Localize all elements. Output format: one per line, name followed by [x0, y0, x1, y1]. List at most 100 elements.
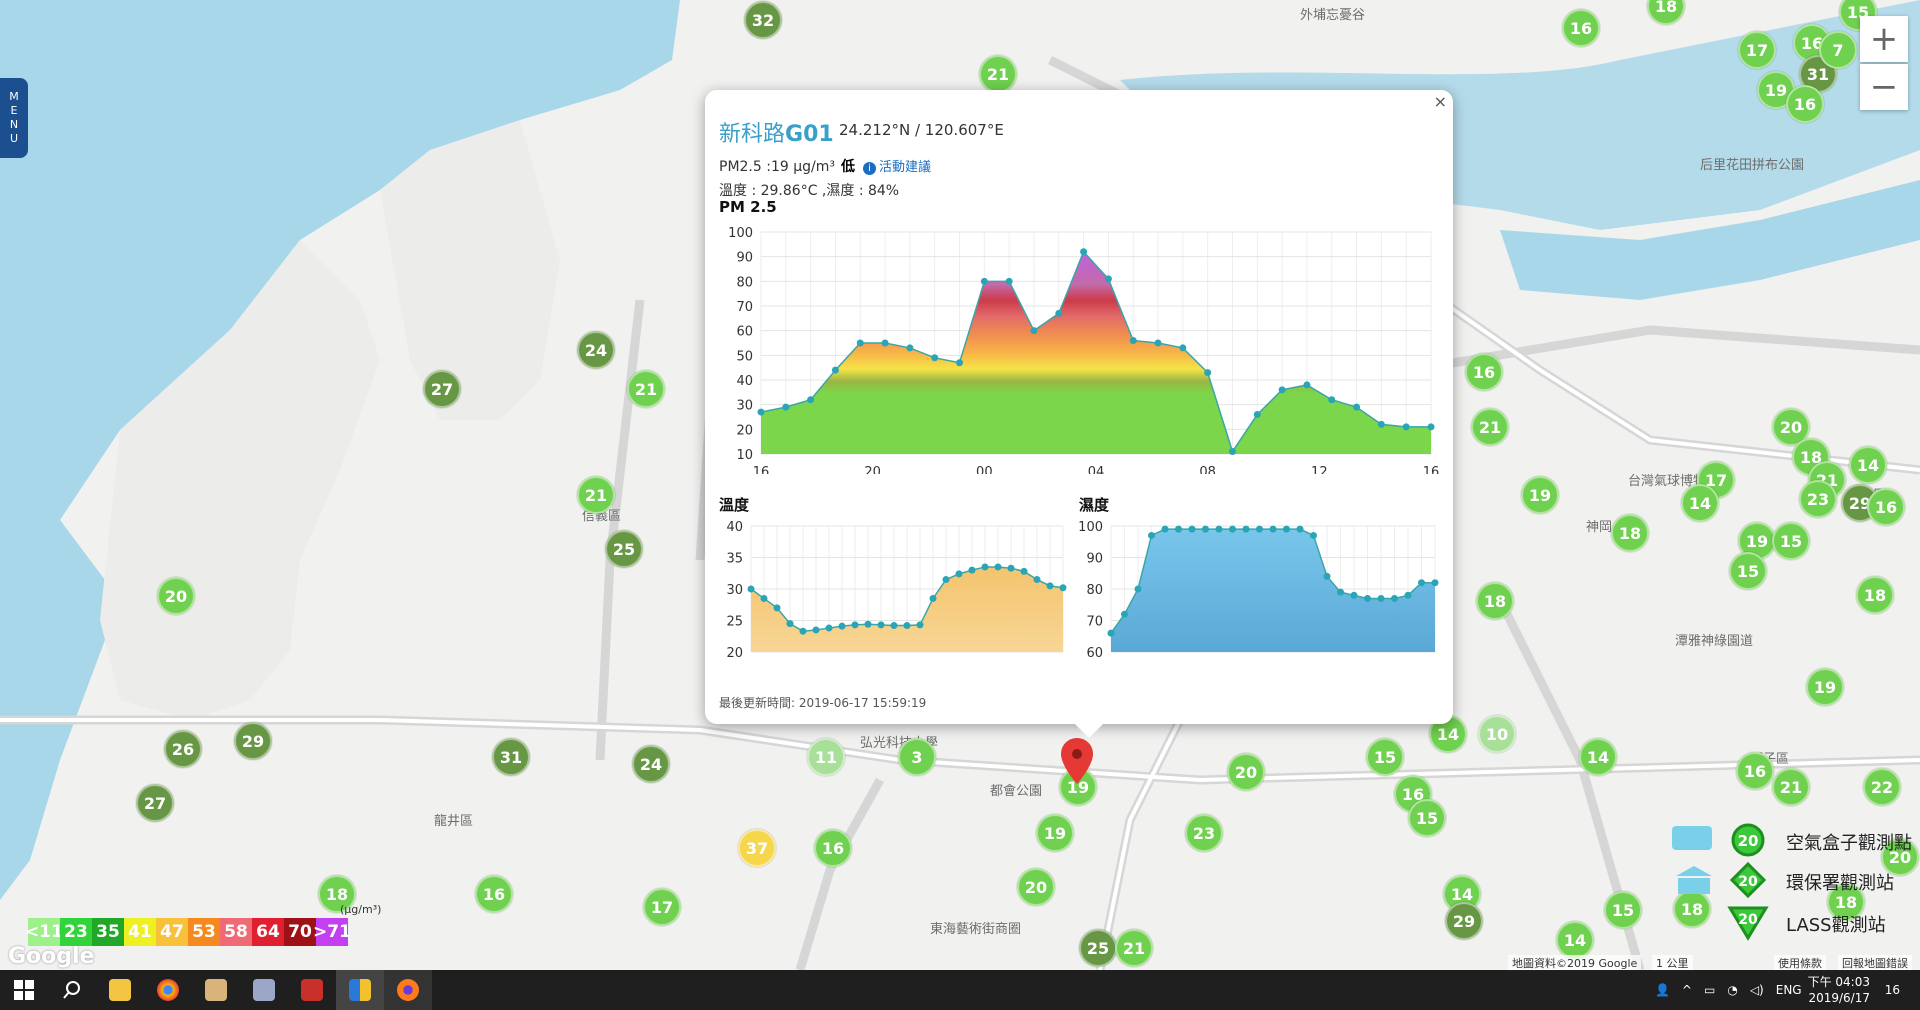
pm25-point	[856, 339, 864, 347]
station-marker[interactable]: 26	[164, 730, 202, 768]
info-icon[interactable]: i	[862, 162, 876, 175]
station-marker[interactable]: 23	[1799, 480, 1837, 518]
station-marker[interactable]: 20	[157, 577, 195, 615]
pm25-point	[881, 339, 889, 347]
legend-airbox-label: 空氣盒子觀測點	[1786, 833, 1912, 854]
app-button-active[interactable]	[336, 970, 384, 1010]
temperature-point	[773, 604, 781, 612]
station-marker[interactable]: 18	[1856, 576, 1894, 614]
map-canvas[interactable]: 信義區龍井區后里花田拼布公園神岡潭雅神綠園道潭子區東海藝術街商圈都會公園弘光科技…	[0, 0, 1920, 970]
station-marker[interactable]: 18	[1476, 582, 1514, 620]
menu-toggle-button[interactable]: M E N U	[0, 78, 28, 158]
menu-letter: E	[10, 104, 18, 117]
pm25-color-legend: <11 23 35 41 47 53 58 64 70 >71	[25, 918, 351, 946]
activity-advice-link[interactable]: 活動建議	[879, 160, 931, 175]
pm25-x-tick: 12	[1311, 465, 1328, 474]
input-language[interactable]: ENG	[1776, 983, 1802, 997]
station-marker[interactable]: 3	[898, 738, 936, 776]
station-marker[interactable]: 27	[423, 370, 461, 408]
start-button[interactable]	[0, 970, 48, 1010]
temperature-y-tick: 20	[726, 646, 743, 661]
menu-letter: U	[9, 132, 19, 145]
station-marker[interactable]: 29	[234, 722, 272, 760]
station-marker[interactable]: 15	[1772, 522, 1810, 560]
station-marker[interactable]: 7	[1819, 31, 1857, 69]
station-marker[interactable]: 25	[1079, 929, 1117, 967]
station-marker[interactable]: 16	[475, 875, 513, 913]
people-icon[interactable]: 👤	[1655, 983, 1670, 997]
file-explorer-button[interactable]	[96, 970, 144, 1010]
wifi-icon[interactable]: ◔	[1727, 983, 1737, 997]
zoom-in-button[interactable]: +	[1860, 16, 1908, 62]
station-marker[interactable]: 27	[136, 784, 174, 822]
app-button[interactable]	[288, 970, 336, 1010]
station-marker[interactable]: 18	[1611, 514, 1649, 552]
app-icon	[253, 979, 275, 1001]
search-button[interactable]	[48, 970, 96, 1010]
station-marker[interactable]: 16	[1562, 9, 1600, 47]
station-marker[interactable]: 20	[1017, 868, 1055, 906]
station-marker[interactable]: 31	[492, 738, 530, 776]
station-marker[interactable]: 24	[632, 745, 670, 783]
station-marker[interactable]: 21	[1115, 929, 1153, 967]
terms-link[interactable]: 使用條款	[1774, 955, 1826, 970]
station-marker[interactable]: 17	[643, 888, 681, 926]
firefox-button[interactable]	[384, 970, 432, 1010]
notification-center-button[interactable]: 16	[1879, 983, 1906, 997]
app-button[interactable]	[192, 970, 240, 1010]
station-marker[interactable]: 15	[1729, 552, 1767, 590]
station-marker[interactable]: 14	[1556, 921, 1594, 959]
close-popup-button[interactable]: ×	[1434, 92, 1447, 111]
clock[interactable]: 下午 04:03 2019/6/17	[1808, 974, 1870, 1006]
station-marker[interactable]: 22	[1863, 768, 1901, 806]
airbox-station-icon: 20	[1672, 823, 1765, 857]
station-marker[interactable]: 21	[577, 476, 615, 514]
station-marker[interactable]: 24	[577, 331, 615, 369]
station-marker[interactable]: 23	[1185, 814, 1223, 852]
station-marker[interactable]: 21	[627, 370, 665, 408]
chrome-button[interactable]	[144, 970, 192, 1010]
temperature-point	[929, 594, 937, 602]
tray-expand-icon[interactable]: ^	[1682, 983, 1692, 997]
battery-icon[interactable]: ▭	[1704, 983, 1715, 997]
station-marker[interactable]: 16	[814, 829, 852, 867]
volume-icon[interactable]: ◁)	[1750, 983, 1764, 997]
station-marker[interactable]: 10	[1478, 715, 1516, 753]
station-marker[interactable]: 15	[1408, 799, 1446, 837]
station-marker[interactable]: 14	[1849, 446, 1887, 484]
station-marker[interactable]: 19	[1036, 814, 1074, 852]
station-marker[interactable]: 15	[1604, 891, 1642, 929]
station-marker[interactable]: 37	[738, 829, 776, 867]
app-button[interactable]	[240, 970, 288, 1010]
station-marker[interactable]: 20	[1227, 753, 1265, 791]
site-id: G01	[785, 122, 834, 147]
clock-date: 2019/6/17	[1808, 991, 1870, 1005]
station-marker[interactable]: 19	[1521, 476, 1559, 514]
epa-station-icon: 20	[1676, 862, 1767, 899]
station-marker[interactable]: 19	[1806, 668, 1844, 706]
station-marker[interactable]: 21	[979, 55, 1017, 93]
station-marker[interactable]: 16	[1786, 85, 1824, 123]
humidity-point	[1188, 525, 1196, 533]
station-marker[interactable]: 17	[1738, 31, 1776, 69]
station-marker[interactable]: 14	[1579, 738, 1617, 776]
station-marker[interactable]: 11	[807, 738, 845, 776]
station-marker[interactable]: 32	[744, 1, 782, 39]
pm25-y-tick: 20	[736, 423, 753, 438]
station-marker[interactable]: 29	[1445, 902, 1483, 940]
station-marker[interactable]: 15	[1366, 738, 1404, 776]
pm25-point	[931, 354, 939, 362]
station-marker[interactable]: 25	[605, 530, 643, 568]
humidity-point	[1323, 572, 1331, 580]
station-marker[interactable]: 14	[1681, 484, 1719, 522]
station-marker[interactable]: 16	[1736, 752, 1774, 790]
station-marker[interactable]: 21	[1471, 408, 1509, 446]
location-pin-icon[interactable]	[1061, 738, 1093, 784]
station-marker[interactable]: 16	[1867, 488, 1905, 526]
legend-item: 41	[124, 918, 156, 946]
station-marker[interactable]: 21	[1772, 768, 1810, 806]
station-marker[interactable]: 16	[1465, 353, 1503, 391]
pm25-point	[757, 408, 765, 416]
zoom-out-button[interactable]: −	[1860, 64, 1908, 110]
report-error-link[interactable]: 回報地圖錯誤	[1838, 955, 1912, 970]
